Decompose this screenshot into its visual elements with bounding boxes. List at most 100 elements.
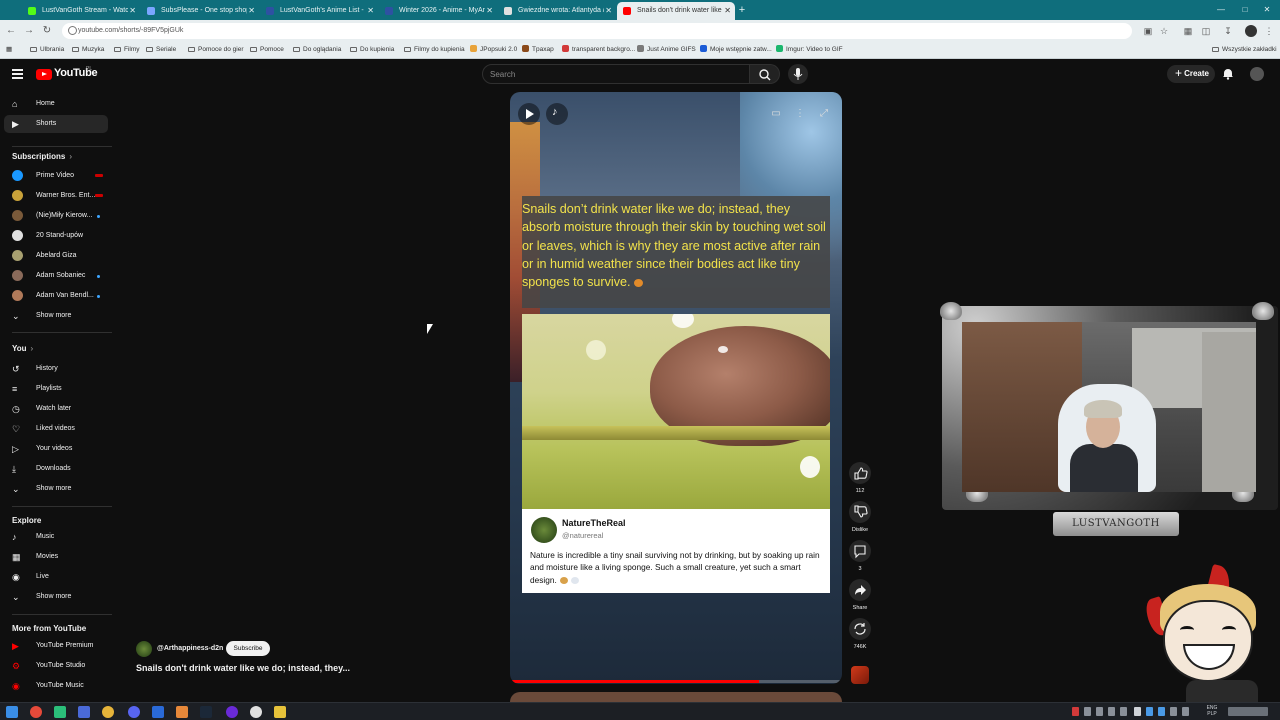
cast-icon[interactable]: ▣ xyxy=(1141,24,1155,38)
bookmark-item[interactable]: Seriale xyxy=(146,42,176,58)
close-tab-icon[interactable]: ✕ xyxy=(367,2,374,20)
explore-show-more[interactable]: ⌄ Show more xyxy=(4,588,108,606)
short-title[interactable]: Snails don't drink water like we do; ins… xyxy=(136,663,350,673)
fullscreen-icon[interactable]: ⤢ xyxy=(816,106,832,122)
dislike-button[interactable] xyxy=(849,501,871,523)
close-window-button[interactable]: ✕ xyxy=(1256,0,1278,20)
tray-icon[interactable] xyxy=(1084,707,1091,716)
tray-icon[interactable] xyxy=(1072,707,1079,716)
next-short-preview[interactable] xyxy=(510,692,842,702)
browser-tab[interactable]: LustVanGoth Stream - Watch L✕ xyxy=(22,2,140,20)
sidebar-item-watch-later[interactable]: ◷ Watch later xyxy=(4,400,108,418)
sidebar-item-history[interactable]: ↺ History xyxy=(4,360,108,378)
sidebar-item-movies[interactable]: ▦ Movies xyxy=(4,548,108,566)
bookmark-item[interactable]: Ulbrania xyxy=(30,42,64,58)
bookmark-star-icon[interactable]: ☆ xyxy=(1157,24,1171,38)
url-field[interactable]: youtube.com/shorts/-89FV5pjGUk xyxy=(62,23,1132,39)
extensions-puzzle-icon[interactable]: ◫ xyxy=(1199,24,1213,38)
subscriptions-heading[interactable]: Subscriptions › xyxy=(12,152,72,161)
minimize-button[interactable]: — xyxy=(1210,0,1232,20)
tray-icon[interactable] xyxy=(1182,707,1189,716)
reload-button[interactable]: ↻ xyxy=(40,23,54,39)
steam-taskbar-icon[interactable] xyxy=(200,706,212,718)
create-button[interactable]: Create xyxy=(1167,64,1215,83)
browser-tab[interactable]: LustVanGoth's Anime List - My ✕ xyxy=(260,2,378,20)
app-taskbar-icon[interactable] xyxy=(54,706,66,718)
bookmark-item[interactable]: Imgur: Video to GIF xyxy=(776,42,843,58)
sidebar-item-playlists[interactable]: ≡ Playlists xyxy=(4,380,108,398)
app-taskbar-icon[interactable] xyxy=(152,706,164,718)
chrome-taskbar-icon[interactable] xyxy=(30,706,42,718)
you-heading[interactable]: You › xyxy=(12,344,33,353)
back-button[interactable]: ← xyxy=(4,23,18,39)
channel-handle[interactable]: @Arthappiness-d2n xyxy=(157,645,223,652)
app-taskbar-icon[interactable] xyxy=(78,706,90,718)
bookmark-item[interactable]: JPopsuki 2.0 xyxy=(470,42,517,58)
shorts-player[interactable]: ▭ ⋮ ⤢ Snails don’t drink water like we d… xyxy=(510,92,842,684)
bookmark-item[interactable]: Do kupienia xyxy=(350,42,394,58)
sidebar-item-youtube-premium[interactable]: ▶ YouTube Premium xyxy=(4,637,108,655)
apps-icon[interactable]: ▦ xyxy=(6,42,12,58)
channel-avatar[interactable] xyxy=(136,641,152,657)
browser-tab[interactable]: Gwiezdne wrota: Atlantyda / Si ✕ xyxy=(498,2,616,20)
subscriptions-show-more[interactable]: ⌄ Show more xyxy=(4,307,108,325)
voice-search-button[interactable] xyxy=(788,64,808,84)
app-taskbar-icon[interactable] xyxy=(102,706,114,718)
browser-tab[interactable]: Winter 2026 - Anime - MyAnim ✕ xyxy=(379,2,497,20)
extension-icon[interactable]: ▦ xyxy=(1181,24,1195,38)
captions-icon[interactable]: ▭ xyxy=(768,106,784,122)
bookmark-item[interactable]: Moje wstępnie zatw... xyxy=(700,42,772,58)
all-bookmarks[interactable]: Wszystkie zakładki xyxy=(1212,42,1277,58)
tray-icon[interactable] xyxy=(1158,707,1165,716)
bookmark-item[interactable]: transparent backgro... xyxy=(562,42,635,58)
browser-tab[interactable]: SubsPlease - One stop shop fo✕ xyxy=(141,2,259,20)
youtube-logo-icon[interactable] xyxy=(36,69,52,80)
close-tab-icon[interactable]: ✕ xyxy=(129,2,136,20)
new-tab-button[interactable]: + xyxy=(736,2,748,18)
bookmark-item[interactable]: Muzyka xyxy=(72,42,104,58)
subscription-item[interactable]: Abelard Giza xyxy=(4,247,108,265)
tray-icon[interactable] xyxy=(1108,707,1115,716)
sidebar-item-home[interactable]: ⌂ Home xyxy=(4,95,108,113)
sidebar-item-music[interactable]: ♪ Music xyxy=(4,528,108,546)
more-options-icon[interactable]: ⋮ xyxy=(792,106,808,122)
bookmark-item[interactable]: Tpaxap xyxy=(522,42,554,58)
obs-taskbar-icon[interactable] xyxy=(226,706,238,718)
search-button[interactable] xyxy=(750,64,780,84)
bookmark-item[interactable]: Do oglądania xyxy=(293,42,341,58)
network-icon[interactable] xyxy=(1170,707,1177,716)
search-input[interactable]: Search xyxy=(482,64,750,84)
browser-tab[interactable]: Snails don't drink water like we ✕ xyxy=(617,2,735,20)
tray-icon[interactable] xyxy=(1120,707,1127,716)
vlc-taskbar-icon[interactable] xyxy=(176,706,188,718)
notifications-bell-icon[interactable] xyxy=(1222,67,1234,80)
subscription-item[interactable]: Adam Van Bendl... xyxy=(4,287,108,305)
speaker-icon[interactable] xyxy=(1134,707,1141,716)
close-tab-icon[interactable]: ✕ xyxy=(605,2,612,20)
like-button[interactable] xyxy=(849,462,871,484)
audio-source-thumbnail[interactable] xyxy=(851,666,869,684)
start-menu-icon[interactable] xyxy=(6,706,18,718)
subscription-item[interactable]: 20 Stand-upów xyxy=(4,227,108,245)
close-tab-icon[interactable]: ✕ xyxy=(248,2,255,20)
subscription-item[interactable]: Warner Bros. Ent... xyxy=(4,187,108,205)
play-button[interactable] xyxy=(518,103,540,125)
sidebar-item-live[interactable]: ◉ Live xyxy=(4,568,108,586)
share-button[interactable] xyxy=(849,579,871,601)
comments-button[interactable] xyxy=(849,540,871,562)
bookmark-item[interactable]: Just Anime GIFS xyxy=(637,42,696,58)
bookmark-item[interactable]: Filmy do kupienia xyxy=(404,42,465,58)
discord-taskbar-icon[interactable] xyxy=(128,706,140,718)
subscription-item[interactable]: (Nie)Miły Kierow... xyxy=(4,207,108,225)
bookmark-item[interactable]: Pomoce do gier xyxy=(188,42,244,58)
keyboard-language[interactable]: ENG PLP xyxy=(1204,705,1220,717)
close-tab-icon[interactable]: ✕ xyxy=(724,2,731,20)
remix-button[interactable] xyxy=(849,618,871,640)
file-explorer-taskbar-icon[interactable] xyxy=(274,706,286,718)
sidebar-item-youtube-studio[interactable]: ⚙ YouTube Studio xyxy=(4,657,108,675)
maximize-button[interactable]: □ xyxy=(1234,0,1256,20)
subscribe-button[interactable]: Subscribe xyxy=(226,641,270,656)
chrome-menu-icon[interactable]: ⋮ xyxy=(1262,24,1276,38)
tray-icon[interactable] xyxy=(1146,707,1153,716)
bookmark-item[interactable]: Filmy xyxy=(114,42,140,58)
